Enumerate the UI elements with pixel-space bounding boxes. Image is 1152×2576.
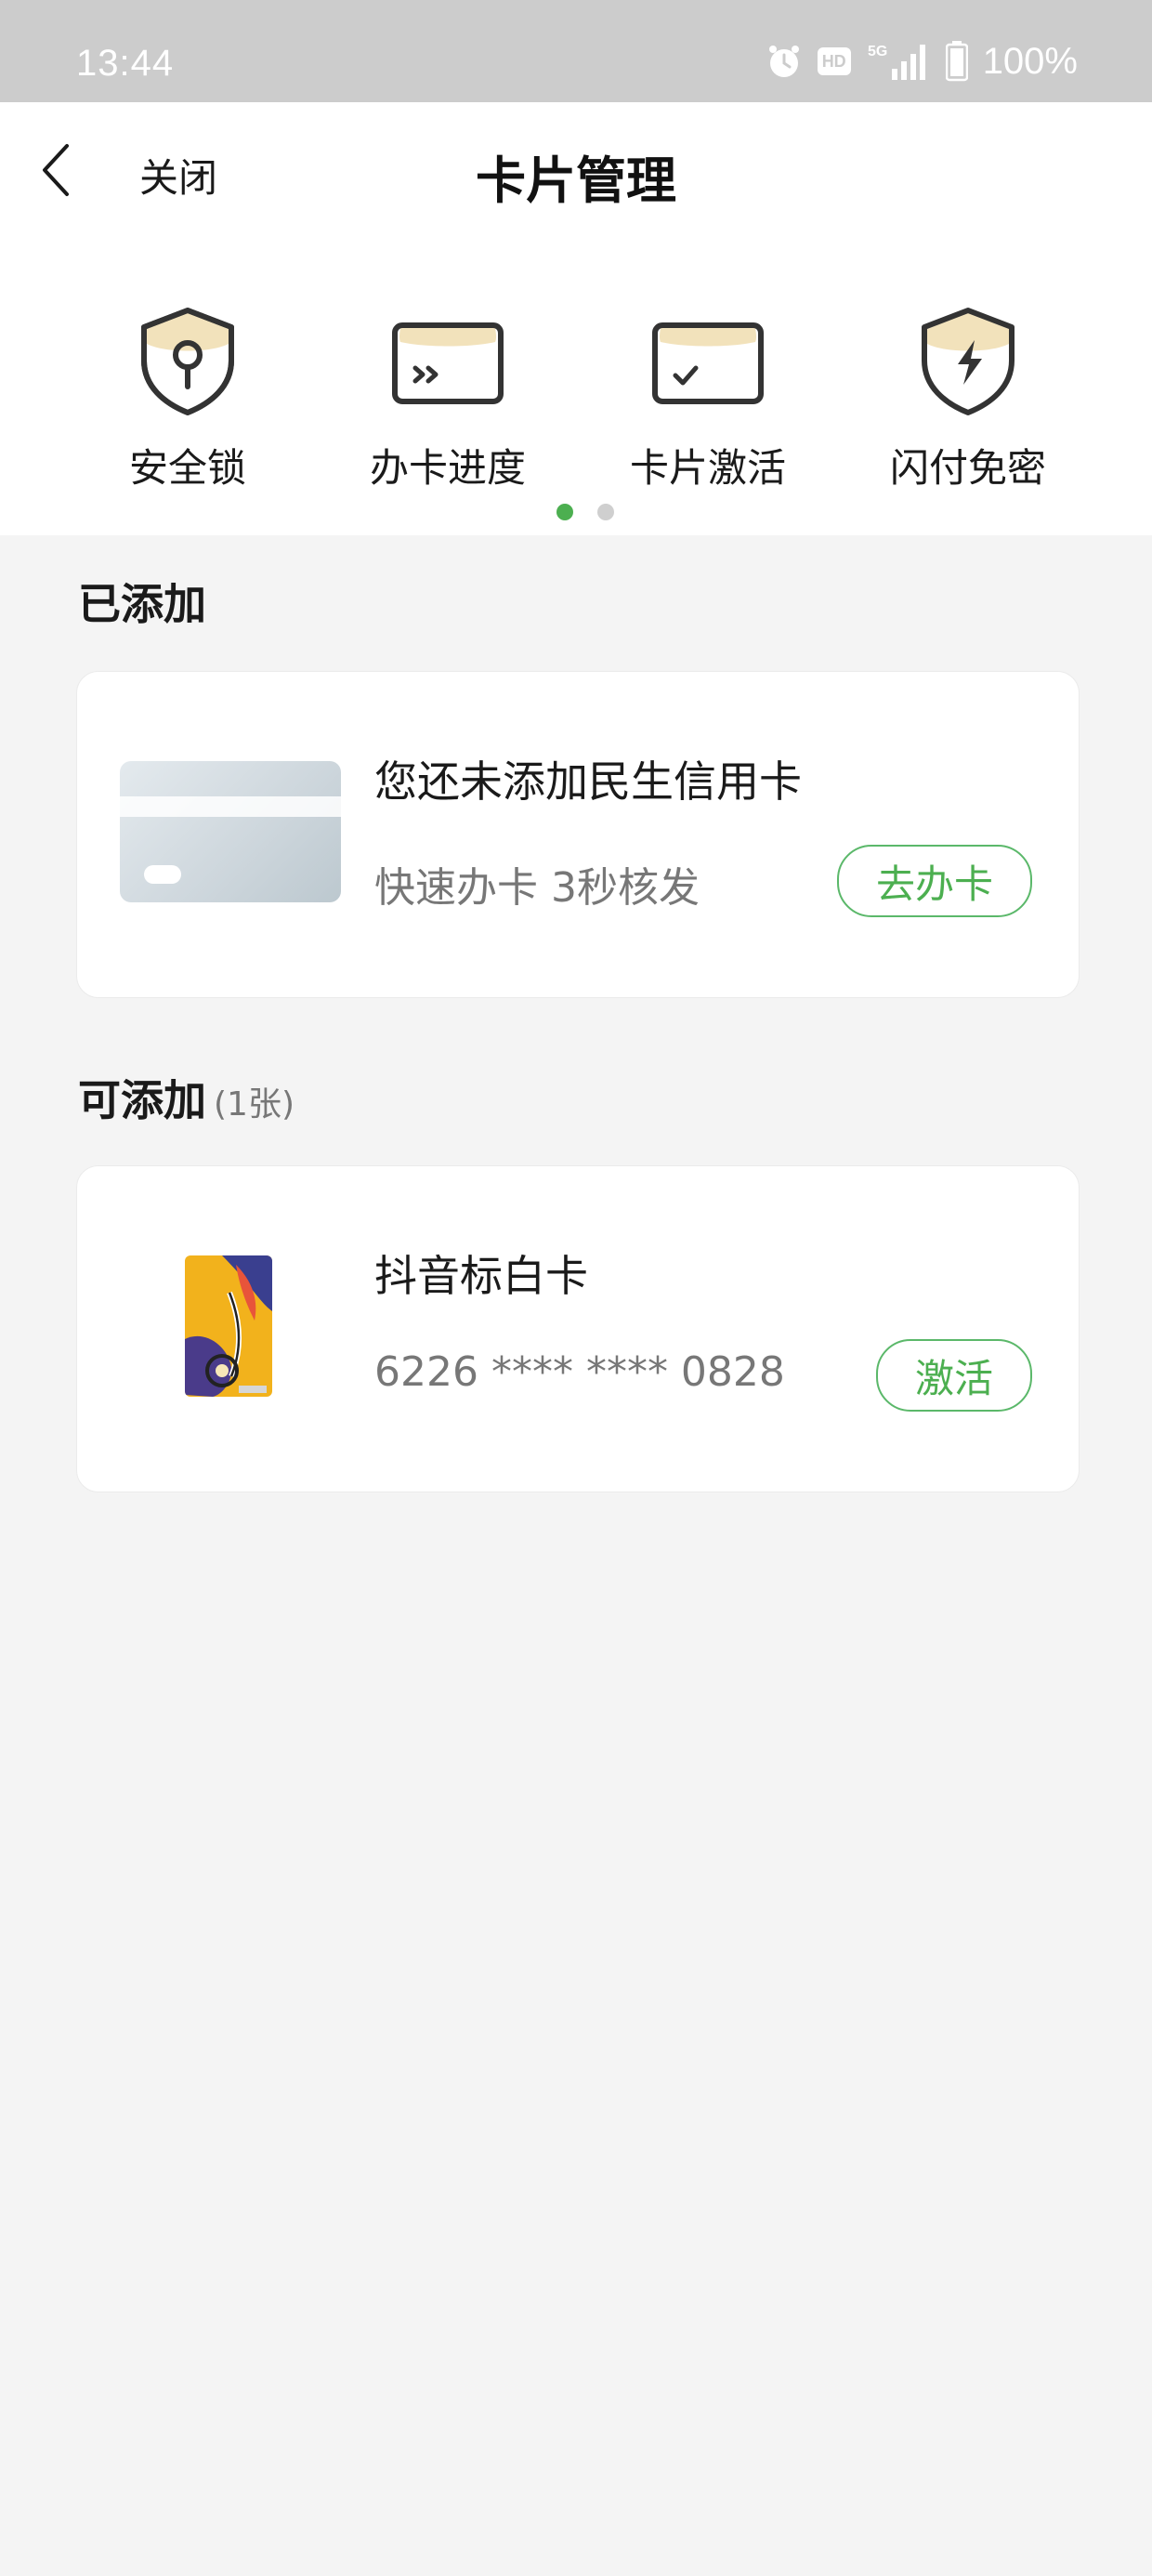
available-section-label: 可添加: [78, 1075, 206, 1125]
alarm-icon: [768, 46, 799, 77]
signal-5g-icon: 5G: [868, 44, 925, 80]
card-progress-icon: [392, 322, 504, 404]
card-item[interactable]: 抖音标白卡 6226 **** **** 0828 激活: [76, 1165, 1080, 1492]
pager-dots: [0, 504, 1152, 520]
apply-card-button[interactable]: 去办卡: [837, 845, 1032, 917]
quick-action-label: 安全锁: [128, 445, 246, 491]
status-time: 13:44: [76, 43, 175, 84]
nav-bar: 关闭 卡片管理: [0, 102, 1152, 242]
no-card-subtitle: 快速办卡 3秒核发: [374, 864, 700, 912]
battery-icon: [945, 41, 968, 82]
available-count: (1张): [214, 1085, 295, 1124]
card-activate-icon: [652, 322, 764, 404]
shield-lock-icon: [141, 308, 234, 415]
card-name: 抖音标白卡: [374, 1251, 588, 1301]
hd-icon: HD: [817, 47, 851, 75]
quick-action-label: 办卡进度: [369, 445, 526, 491]
pager-dot[interactable]: [597, 504, 614, 520]
quick-action-card-activate[interactable]: 卡片激活: [578, 297, 838, 502]
quick-action-label: 卡片激活: [629, 445, 786, 491]
quick-action-quickpass[interactable]: 闪付免密: [838, 297, 1098, 502]
quick-action-label: 闪付免密: [889, 445, 1046, 491]
status-icons: HD 5G 100%: [766, 41, 1078, 82]
available-section-title: 可添加 (1张): [78, 1067, 295, 1128]
quick-action-security-lock[interactable]: 安全锁: [58, 297, 318, 502]
douyin-card-image: [185, 1255, 272, 1397]
no-card-banner: 您还未添加民生信用卡 快速办卡 3秒核发 去办卡: [76, 671, 1080, 998]
placeholder-card-image: [120, 761, 341, 902]
added-section-title: 已添加: [78, 579, 206, 629]
quick-action-card-progress[interactable]: 办卡进度: [318, 297, 578, 502]
no-card-title: 您还未添加民生信用卡: [374, 756, 802, 807]
status-bar: 13:44 HD 5G 100%: [0, 0, 1152, 102]
page-title: 卡片管理: [476, 151, 676, 210]
svg-text:5G: 5G: [868, 44, 887, 59]
pager-dot-active[interactable]: [556, 504, 573, 520]
card-number: 6226 **** **** 0828: [374, 1348, 785, 1396]
quick-actions: 安全锁 办卡进度 卡片激活 闪付免密: [0, 242, 1152, 535]
activate-card-button[interactable]: 激活: [876, 1339, 1032, 1412]
shield-flash-icon: [922, 308, 1015, 415]
battery-percentage: 100%: [982, 40, 1078, 82]
